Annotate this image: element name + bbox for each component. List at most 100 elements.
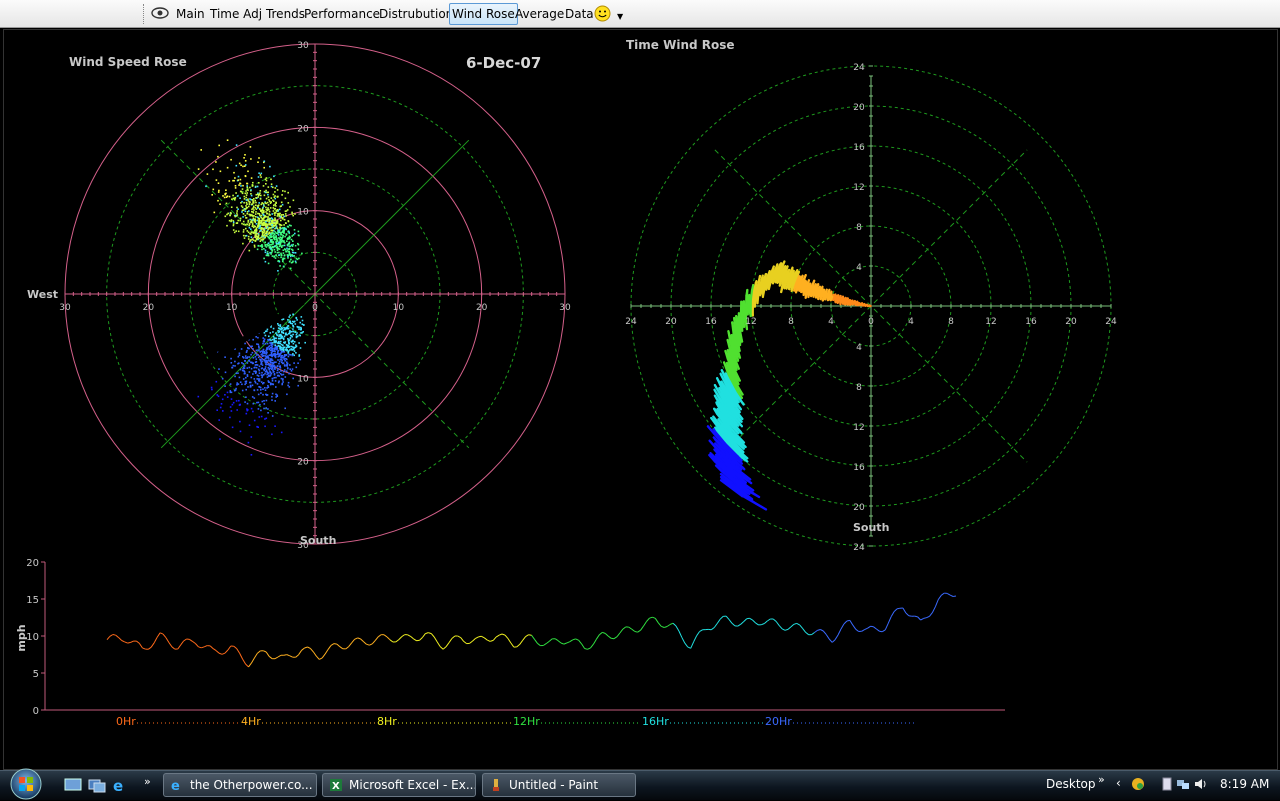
tab-distrubution[interactable]: Distrubution	[377, 4, 455, 24]
scatter-point	[233, 221, 235, 223]
trend-segment	[564, 643, 567, 644]
scatter-point	[293, 200, 295, 202]
scatter-point	[282, 355, 284, 357]
scatter-point	[284, 258, 286, 260]
trend-segment	[284, 655, 287, 656]
scatter-point	[279, 347, 281, 349]
scatter-point	[259, 213, 261, 215]
trace-segment	[746, 296, 747, 313]
taskbar-window-paint[interactable]: Untitled - Paint	[482, 773, 636, 797]
trend-segment	[508, 638, 511, 643]
tray-app-icon[interactable]	[1131, 777, 1145, 791]
scatter-point	[247, 221, 249, 223]
eye-icon[interactable]	[151, 6, 169, 20]
scatter-point	[289, 261, 291, 263]
trend-segment	[364, 642, 367, 645]
scatter-point	[257, 226, 259, 228]
scatter-point	[283, 266, 285, 268]
scatter-point	[271, 233, 273, 235]
desktop-toolbar-label[interactable]: Desktop	[1046, 777, 1096, 791]
scatter-point	[262, 207, 264, 209]
scatter-point	[258, 347, 260, 349]
smiley-icon[interactable]	[594, 5, 611, 22]
trend-segment	[820, 630, 823, 632]
scatter-point	[277, 335, 279, 337]
start-button-icon[interactable]	[6, 767, 46, 801]
toolbar-grip[interactable]	[143, 4, 147, 24]
tray-device-icon[interactable]	[1160, 777, 1174, 791]
scatter-point	[240, 431, 242, 433]
scatter-point	[257, 389, 259, 391]
scatter-point	[273, 194, 275, 196]
scatter-point	[267, 194, 269, 196]
tab-performance[interactable]: Performance	[302, 4, 382, 24]
scatter-point	[233, 365, 235, 367]
radial-tick-label: 16	[853, 143, 865, 153]
scatter-point	[289, 386, 291, 388]
scatter-point	[251, 214, 253, 216]
date-label: 6-Dec-07	[466, 54, 541, 72]
scatter-point	[279, 236, 281, 238]
taskbar-window-excel[interactable]: X Microsoft Excel - Ex...	[322, 773, 476, 797]
scatter-point	[252, 219, 254, 221]
scatter-point	[269, 252, 271, 254]
scatter-point	[249, 201, 251, 203]
scatter-point	[253, 362, 255, 364]
scatter-point	[233, 180, 235, 182]
tab-average[interactable]: Average	[513, 4, 566, 24]
scatter-point	[230, 159, 232, 161]
scatter-point	[247, 189, 249, 191]
scatter-point	[246, 192, 248, 194]
scatter-point	[288, 356, 290, 358]
trend-segment	[254, 653, 257, 658]
ie-icon[interactable]: e	[111, 777, 129, 793]
scatter-point	[245, 208, 247, 210]
scatter-point	[281, 432, 283, 434]
scatter-point	[248, 442, 250, 444]
scatter-point	[218, 182, 220, 184]
scatter-point	[282, 190, 284, 192]
tab-data[interactable]: Data	[563, 4, 596, 24]
scatter-point	[285, 334, 287, 336]
scatter-point	[274, 249, 276, 251]
scatter-point	[279, 365, 281, 367]
scatter-point	[248, 220, 250, 222]
trend-segment	[107, 636, 110, 639]
trend-segment	[817, 630, 820, 631]
scatter-point	[280, 324, 282, 326]
tray-expand-icon[interactable]: ‹	[1116, 776, 1121, 790]
quick-launch-overflow-icon[interactable]: »	[144, 775, 151, 788]
trend-segment	[915, 616, 918, 617]
scatter-point	[224, 356, 226, 358]
scatter-point	[272, 230, 274, 232]
volume-icon[interactable]	[1193, 777, 1207, 791]
scatter-point	[266, 418, 268, 420]
trend-segment	[588, 648, 591, 649]
desktop-toolbar-overflow-icon[interactable]: »	[1098, 773, 1105, 786]
scatter-point	[254, 231, 256, 233]
trend-segment	[803, 629, 806, 633]
taskbar-window-browser[interactable]: e the Otherpower.co...	[163, 773, 317, 797]
show-desktop-icon[interactable]	[64, 777, 82, 793]
trend-segment	[275, 657, 278, 659]
switch-windows-icon[interactable]	[88, 777, 106, 793]
scatter-point	[250, 189, 252, 191]
scatter-point	[283, 332, 285, 334]
scatter-point	[296, 346, 298, 348]
trend-segment	[228, 646, 231, 650]
scatter-point	[261, 381, 263, 383]
scatter-point	[293, 343, 295, 345]
scatter-point	[262, 337, 264, 339]
tab-wind-rose[interactable]: Wind Rose	[449, 3, 518, 25]
tab-time-adj-trends[interactable]: Time Adj Trends	[208, 4, 307, 24]
scatter-point	[245, 217, 247, 219]
scatter-point	[287, 257, 289, 259]
scatter-point	[238, 179, 240, 181]
tab-main[interactable]: Main	[174, 4, 207, 24]
toolbar-overflow-icon[interactable]: ▼	[617, 12, 623, 21]
scatter-point	[264, 387, 266, 389]
network-icon[interactable]	[1176, 777, 1190, 791]
trend-segment	[251, 658, 254, 663]
clock[interactable]: 8:19 AM	[1220, 777, 1269, 791]
trend-segment	[355, 638, 358, 639]
